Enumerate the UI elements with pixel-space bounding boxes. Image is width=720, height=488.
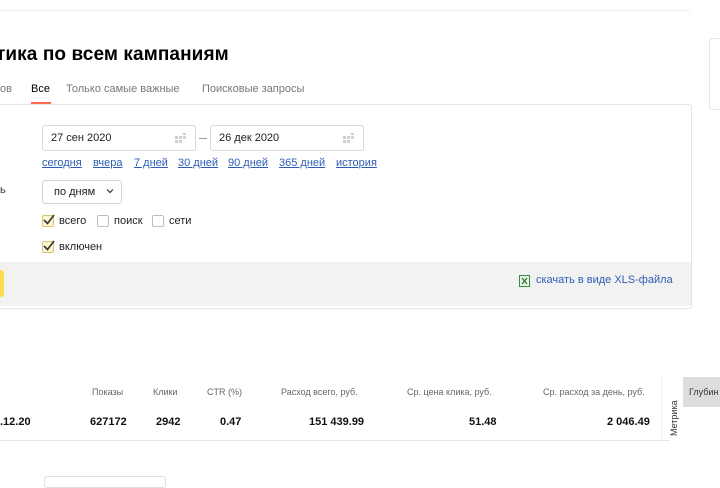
chevron-down-icon xyxy=(106,189,114,194)
cell-ctr: 0.47 xyxy=(220,416,242,428)
date-from-value: 27 сен 2020 xyxy=(51,132,112,144)
apply-button[interactable] xyxy=(0,270,4,297)
source-search-label: поиск xyxy=(114,215,143,227)
quick-range-90d[interactable]: 90 дней xyxy=(228,157,268,169)
quick-range-365d[interactable]: 365 дней xyxy=(279,157,325,169)
tab-important[interactable]: Только самые важные xyxy=(66,83,180,95)
row-date: .12.20 xyxy=(0,416,31,428)
excel-file-icon[interactable] xyxy=(519,275,530,287)
quick-range-history[interactable]: история xyxy=(336,157,377,169)
grouping-label: ь xyxy=(0,184,6,196)
page-title: тика по всем кампаниям xyxy=(0,44,229,65)
date-range-separator xyxy=(199,138,207,139)
calendar-icon[interactable] xyxy=(343,133,355,144)
quick-range-30d[interactable]: 30 дней xyxy=(178,157,218,169)
table-row-divider xyxy=(0,440,670,441)
source-all-checkbox[interactable] xyxy=(42,214,55,227)
grouping-select[interactable]: по дням xyxy=(42,180,122,204)
cell-avg-daily-cost: 2 046.49 xyxy=(607,416,650,428)
status-enabled-label: включен xyxy=(59,241,103,253)
side-widget[interactable] xyxy=(709,38,720,110)
col-header-depth[interactable]: Глубин xyxy=(683,377,720,407)
date-to-value: 26 дек 2020 xyxy=(219,132,280,144)
tab-search-queries[interactable]: Поисковые запросы xyxy=(202,83,304,95)
date-from-input[interactable]: 27 сен 2020 xyxy=(42,125,196,151)
cell-clicks: 2942 xyxy=(156,416,181,428)
cell-total-cost: 151 439.99 xyxy=(309,416,365,428)
col-header-clicks[interactable]: Клики xyxy=(153,387,178,397)
source-networks-label: сети xyxy=(169,215,192,227)
col-header-ctr[interactable]: CTR (%) xyxy=(207,387,242,397)
cell-avg-cpc: 51.48 xyxy=(469,416,497,428)
grouping-value: по дням xyxy=(54,186,96,198)
quick-range-7d[interactable]: 7 дней xyxy=(134,157,168,169)
col-header-avg-daily-cost[interactable]: Ср. расход за день, руб. xyxy=(543,387,645,397)
col-header-total-cost[interactable]: Расход всего, руб. xyxy=(281,387,358,397)
cell-impressions: 627172 xyxy=(90,416,127,428)
quick-range-today[interactable]: сегодня xyxy=(42,157,82,169)
col-header-depth-label: Глубин xyxy=(689,387,719,397)
checkmark-icon xyxy=(43,214,55,225)
download-xls-link[interactable]: скачать в виде XLS-файла xyxy=(536,274,673,286)
calendar-icon[interactable] xyxy=(175,133,187,144)
quick-range-yesterday[interactable]: вчера xyxy=(93,157,122,169)
tab-cut[interactable]: ов xyxy=(0,83,12,95)
metrika-label[interactable]: Метрика xyxy=(669,400,679,436)
source-networks-checkbox[interactable] xyxy=(152,215,164,227)
bottom-control[interactable] xyxy=(44,476,166,488)
col-header-impressions[interactable]: Показы xyxy=(92,387,123,397)
col-header-avg-cpc[interactable]: Ср. цена клика, руб. xyxy=(407,387,492,397)
status-enabled-checkbox[interactable] xyxy=(42,240,55,253)
source-all-label: всего xyxy=(59,215,87,227)
checkmark-icon xyxy=(43,240,55,251)
source-search-checkbox[interactable] xyxy=(97,215,109,227)
header-divider xyxy=(0,10,690,11)
date-to-input[interactable]: 26 дек 2020 xyxy=(210,125,364,151)
tab-all[interactable]: Все xyxy=(31,83,50,95)
